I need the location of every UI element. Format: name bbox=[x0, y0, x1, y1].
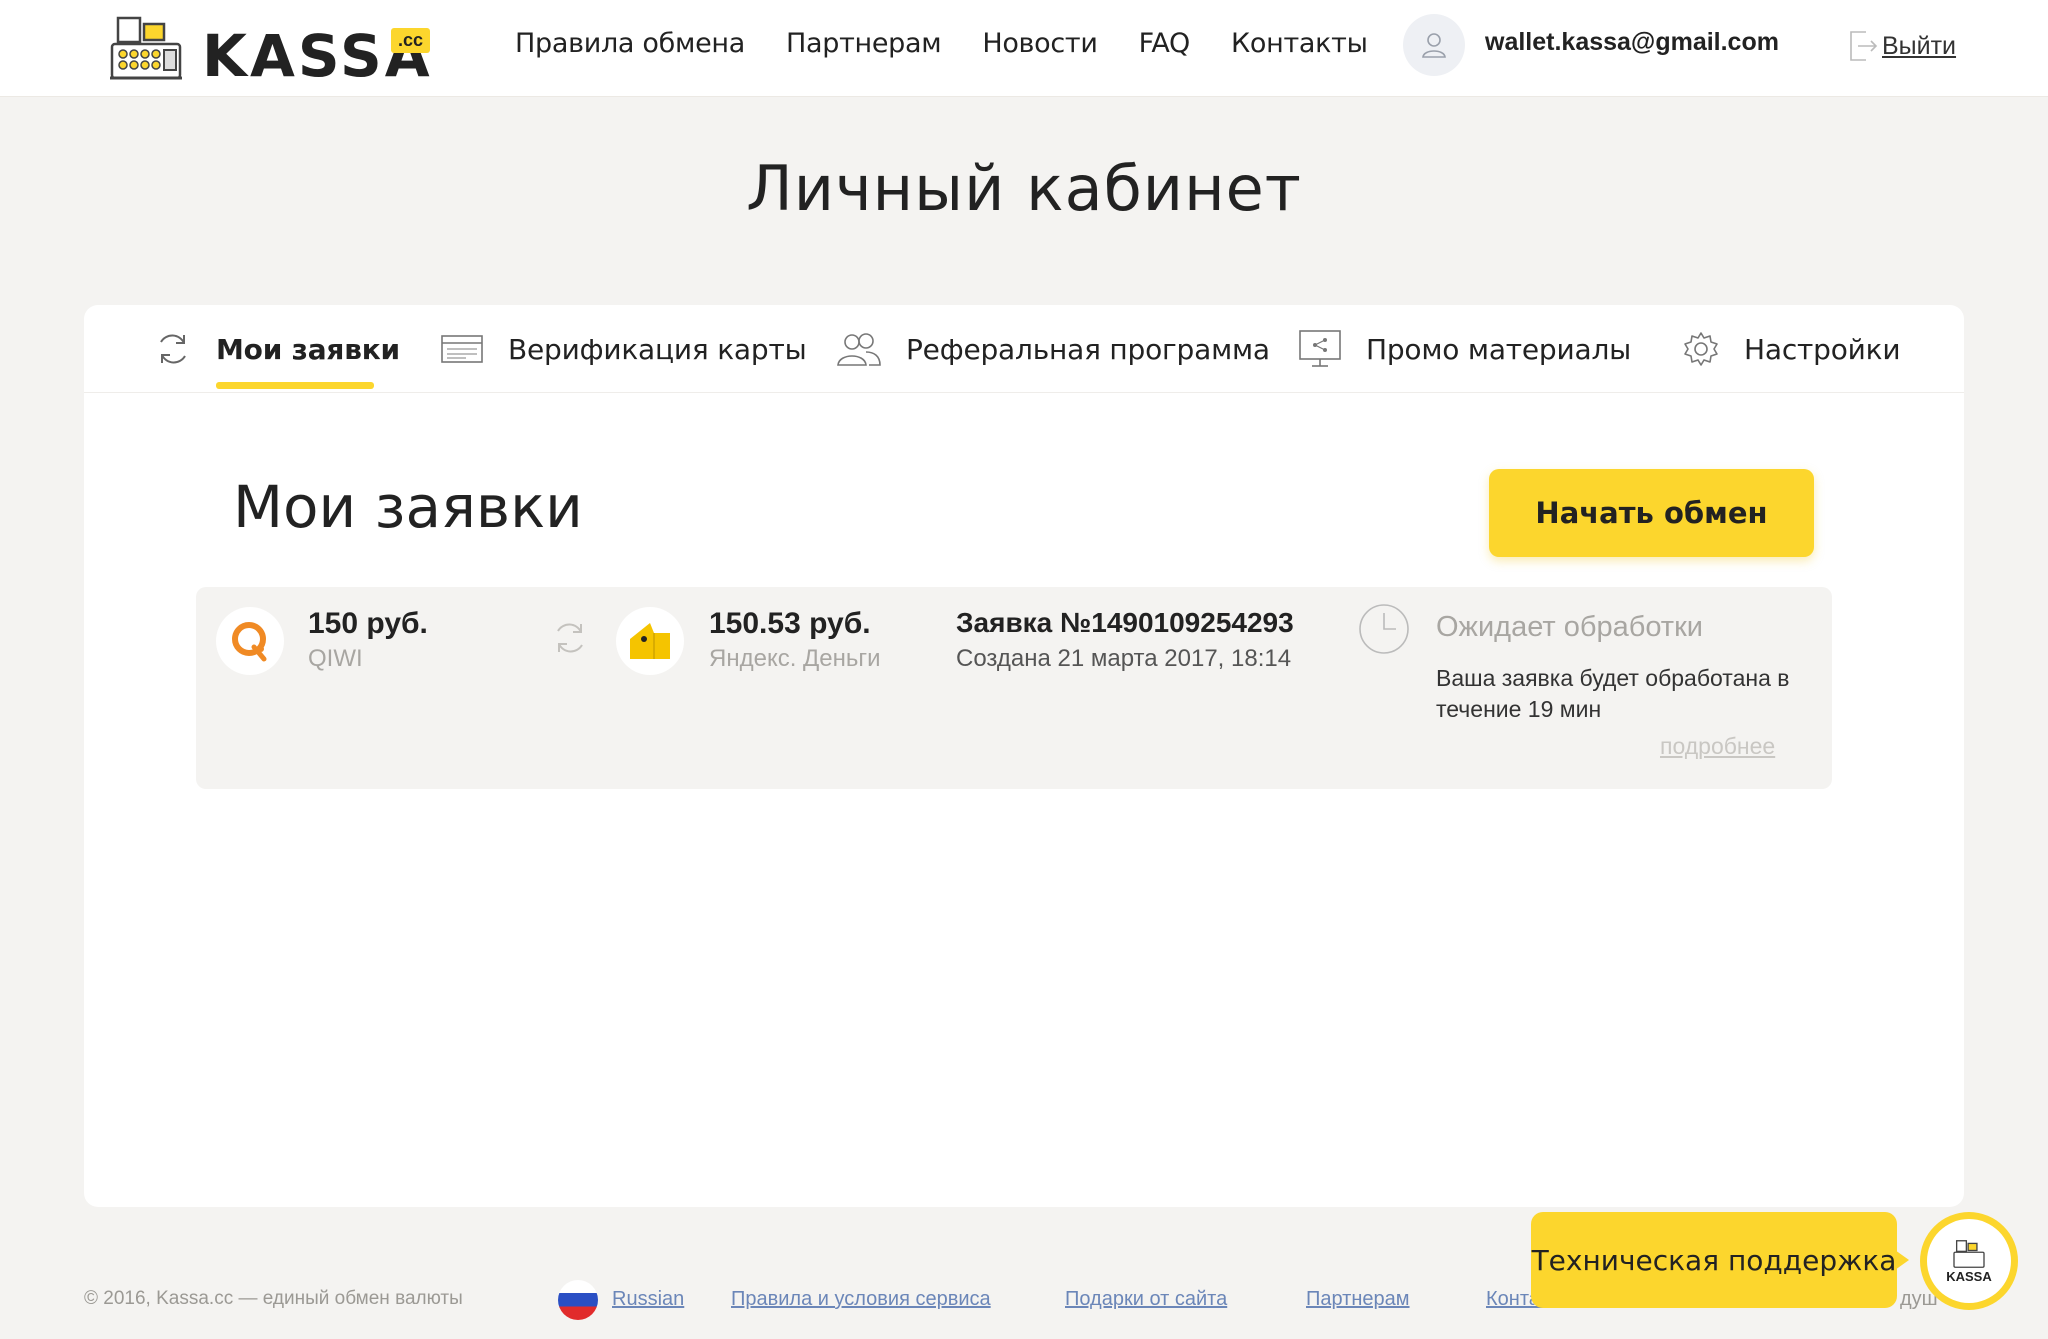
main-nav: Правила обмена Партнерам Новости FAQ Кон… bbox=[515, 28, 1409, 59]
avatar[interactable] bbox=[1403, 14, 1465, 76]
header: KASSA .cc Правила обмена Партнерам Новос… bbox=[0, 0, 2048, 97]
card-icon bbox=[441, 335, 483, 363]
cash-register-icon bbox=[1953, 1239, 1985, 1268]
support-chat-button[interactable]: Техническая поддержка bbox=[1531, 1212, 1909, 1308]
order-row[interactable]: 150 руб. QIWI 150.53 руб. Яндекс. Деньги… bbox=[196, 587, 1832, 789]
language-link[interactable]: Russian bbox=[612, 1288, 684, 1311]
order-status: Ожидает обработки bbox=[1436, 611, 1703, 643]
cash-register-icon bbox=[110, 16, 182, 80]
tab-label: Промо материалы bbox=[1366, 332, 1632, 366]
to-method: Яндекс. Деньги bbox=[709, 645, 881, 672]
tab-label: Верификация карты bbox=[508, 332, 807, 366]
tab-bar: Мои заявки Верификация карты Реферальная… bbox=[84, 305, 1964, 393]
footer-partners-link[interactable]: Партнерам bbox=[1306, 1288, 1410, 1311]
nav-faq[interactable]: FAQ bbox=[1139, 28, 1191, 59]
brand-tld: .cc bbox=[391, 28, 431, 53]
from-method: QIWI bbox=[308, 645, 363, 672]
logo[interactable]: KASSA .cc bbox=[108, 12, 438, 90]
qiwi-logo bbox=[216, 607, 284, 675]
order-created: Создана 21 марта 2017, 18:14 bbox=[956, 645, 1292, 672]
logout-icon bbox=[1850, 31, 1878, 61]
tab-label: Реферальная программа bbox=[906, 332, 1270, 366]
exchange-icon bbox=[557, 623, 583, 653]
yandex-money-logo bbox=[616, 607, 684, 675]
share-screen-icon bbox=[1299, 330, 1341, 367]
tab-my-orders[interactable]: Мои заявки bbox=[154, 305, 400, 393]
tab-settings[interactable]: Настройки bbox=[1682, 305, 1901, 393]
nav-exchange-rules[interactable]: Правила обмена bbox=[515, 28, 745, 59]
footer-terms-link[interactable]: Правила и условия сервиса bbox=[731, 1288, 991, 1311]
support-badge[interactable]: KASSA bbox=[1920, 1212, 2018, 1310]
nav-news[interactable]: Новости bbox=[982, 28, 1098, 59]
nav-contacts[interactable]: Контакты bbox=[1231, 28, 1368, 59]
refresh-icon bbox=[160, 334, 186, 364]
order-details-link[interactable]: подробнее bbox=[1660, 733, 1775, 760]
tab-promo-materials[interactable]: Промо материалы bbox=[1298, 305, 1631, 393]
logout: Выйти bbox=[1848, 28, 1956, 64]
user-icon bbox=[1422, 33, 1446, 58]
user-email: wallet.kassa@gmail.com bbox=[1485, 28, 1779, 56]
tab-label: Настройки bbox=[1744, 332, 1901, 366]
support-badge-inner: KASSA bbox=[1927, 1219, 2011, 1303]
logout-link[interactable]: Выйти bbox=[1882, 32, 1956, 61]
gear-icon bbox=[1684, 332, 1718, 366]
copyright: © 2016, Kassa.cc — единый обмен валюты bbox=[84, 1288, 463, 1309]
qiwi-icon bbox=[232, 622, 267, 662]
section-title: Мои заявки bbox=[233, 473, 583, 541]
users-icon bbox=[837, 333, 881, 366]
tab-referral-program[interactable]: Реферальная программа bbox=[836, 305, 1270, 393]
clock-icon bbox=[1359, 604, 1409, 654]
russian-flag-icon[interactable] bbox=[558, 1280, 598, 1320]
order-status-description: Ваша заявка будет обработана в течение 1… bbox=[1436, 665, 1790, 722]
account-card: Мои заявки Верификация карты Реферальная… bbox=[84, 305, 1964, 1207]
support-badge-text: KASSA bbox=[1946, 1268, 1992, 1284]
footer-gifts-link[interactable]: Подарки от сайта bbox=[1065, 1288, 1227, 1311]
order-number: Заявка №1490109254293 bbox=[956, 607, 1294, 638]
yandex-money-icon bbox=[630, 623, 670, 659]
active-tab-indicator bbox=[216, 382, 374, 389]
tab-label: Мои заявки bbox=[216, 332, 400, 366]
tab-card-verification[interactable]: Верификация карты bbox=[440, 305, 807, 393]
nav-partners[interactable]: Партнерам bbox=[786, 28, 942, 59]
from-amount: 150 руб. bbox=[308, 607, 428, 640]
page-title: Личный кабинет bbox=[746, 152, 1302, 225]
start-exchange-button[interactable]: Начать обмен bbox=[1489, 469, 1814, 557]
to-amount: 150.53 руб. bbox=[709, 607, 871, 640]
